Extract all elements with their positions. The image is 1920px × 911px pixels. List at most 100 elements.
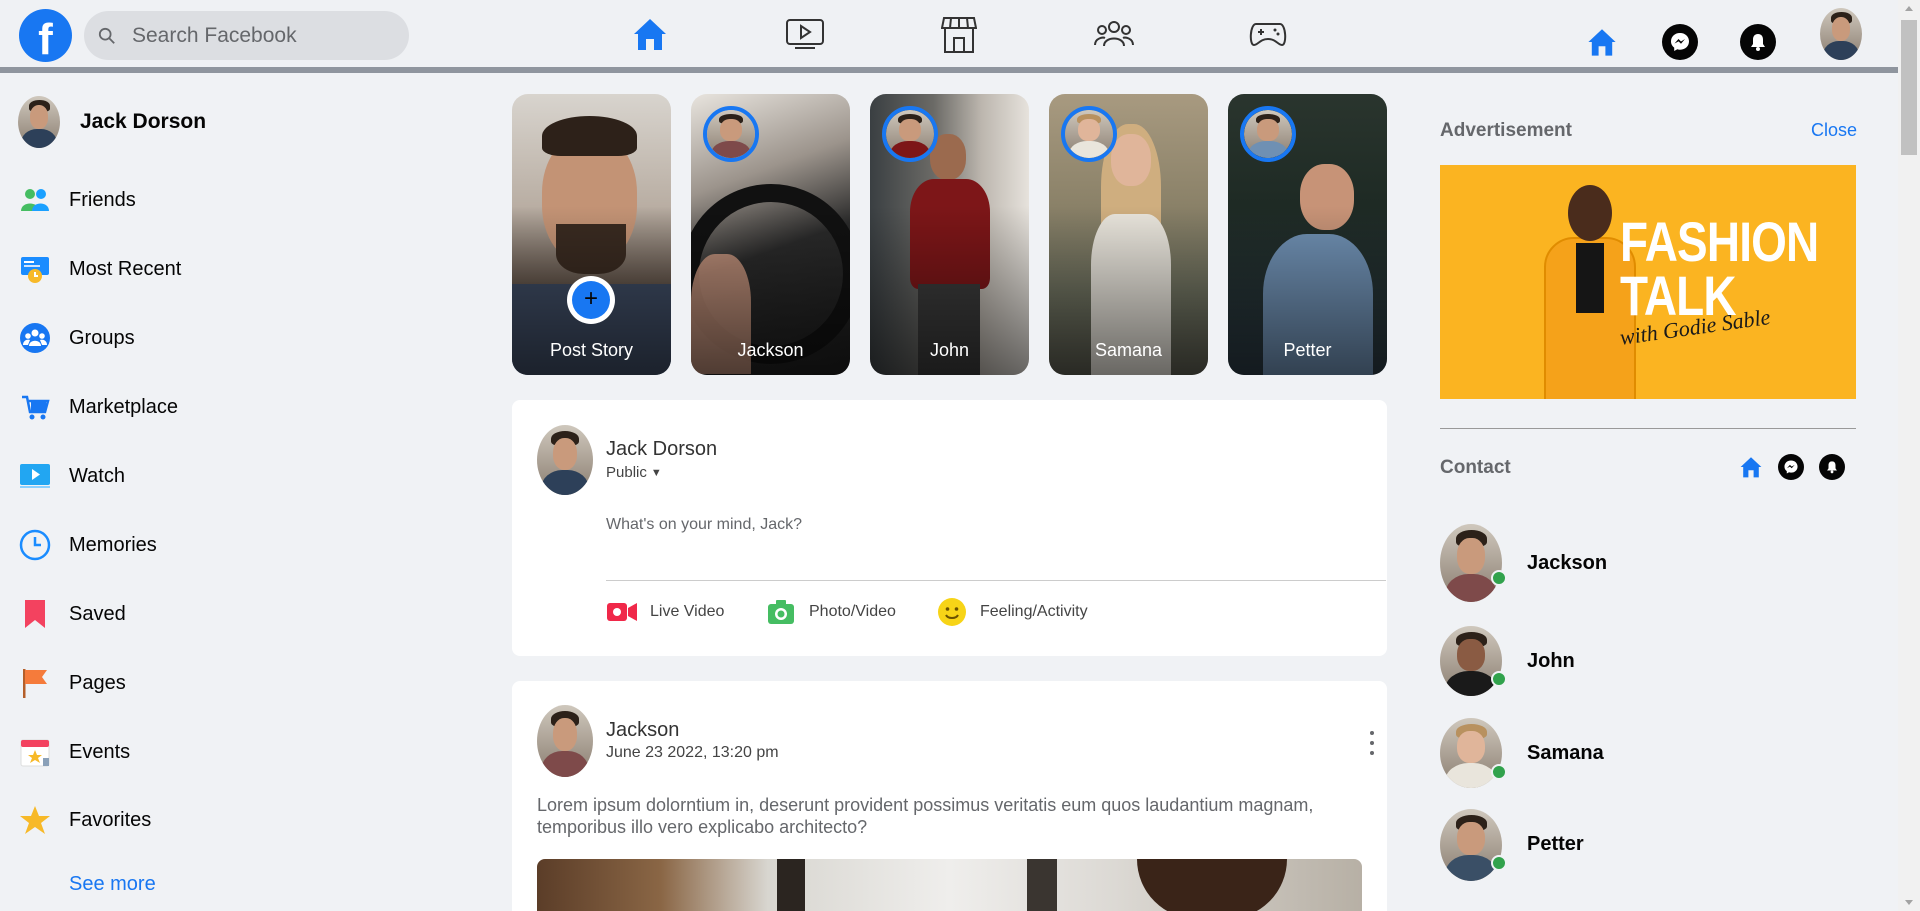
favorites-icon: [18, 803, 52, 837]
story-card-petter[interactable]: Petter: [1228, 94, 1387, 375]
online-indicator: [1491, 764, 1507, 780]
profile-name[interactable]: Jack Dorson: [80, 110, 206, 134]
action-label: Photo/Video: [809, 603, 896, 620]
story-card-post[interactable]: + Post Story: [512, 94, 671, 375]
contact-name: Samana: [1527, 742, 1604, 764]
sidebar-item-watch[interactable]: Watch: [18, 456, 438, 496]
story-label: Samana: [1094, 340, 1163, 360]
watch-icon: [786, 19, 824, 49]
divider: [606, 580, 1386, 581]
contact-item[interactable]: Petter: [1440, 809, 1860, 889]
see-more-link[interactable]: See more: [69, 873, 156, 896]
contacts-title: Contact: [1440, 457, 1511, 478]
story-card-jackson[interactable]: Jackson: [691, 94, 850, 375]
action-label: Live Video: [650, 603, 725, 620]
online-indicator: [1491, 671, 1507, 687]
online-indicator: [1491, 855, 1507, 871]
contacts-messenger-button[interactable]: [1778, 454, 1804, 480]
post-author-avatar[interactable]: [537, 705, 593, 777]
photo-video-button[interactable]: Photo/Video: [765, 597, 896, 627]
page-scrollbar[interactable]: [1898, 0, 1920, 911]
pages-icon: [18, 666, 52, 700]
action-label: Feeling/Activity: [980, 603, 1088, 620]
post-image[interactable]: [537, 859, 1362, 911]
divider: [1440, 428, 1856, 429]
facebook-logo[interactable]: f: [19, 9, 72, 62]
story-avatar: [882, 106, 938, 162]
friends-icon: [18, 183, 52, 217]
more-options-icon[interactable]: [1362, 731, 1382, 755]
scroll-down-arrow[interactable]: [1905, 900, 1913, 905]
close-ad-link[interactable]: Close: [1811, 120, 1857, 141]
contacts-home-button[interactable]: [1738, 454, 1764, 480]
contacts-notifications-button[interactable]: [1819, 454, 1845, 480]
contact-item[interactable]: John: [1440, 626, 1860, 706]
feeling-activity-button[interactable]: Feeling/Activity: [936, 597, 1088, 627]
most-recent-icon: [18, 252, 52, 286]
notifications-button[interactable]: [1740, 24, 1776, 60]
story-card-john[interactable]: John: [870, 94, 1029, 375]
story-label: John: [929, 340, 970, 360]
sidebar-item-label: Saved: [69, 602, 126, 625]
search-bar[interactable]: [84, 11, 409, 60]
marketplace-icon: [941, 17, 977, 53]
live-video-icon: [606, 597, 638, 627]
top-navbar: f: [0, 0, 1898, 73]
header-home-button[interactable]: [1584, 24, 1620, 60]
contact-item[interactable]: Jackson: [1440, 524, 1860, 604]
advertisement-title: Advertisement: [1440, 120, 1572, 141]
post-composer-input[interactable]: [606, 516, 1386, 534]
sidebar-item-marketplace[interactable]: Marketplace: [18, 387, 438, 427]
nav-marketplace-button[interactable]: [939, 14, 979, 54]
sidebar-item-friends[interactable]: Friends: [18, 180, 438, 220]
nav-home-button[interactable]: [630, 14, 670, 54]
sidebar-item-events[interactable]: Events: [18, 732, 438, 772]
advertisement-banner[interactable]: FASHION TALK with Godie Sable: [1440, 165, 1856, 399]
sidebar-item-pages[interactable]: Pages: [18, 663, 438, 703]
sidebar-item-label: Events: [69, 740, 131, 763]
contact-avatar: [1440, 809, 1502, 881]
watch-icon: [18, 459, 52, 493]
sidebar-item-label: Marketplace: [69, 395, 178, 418]
nav-watch-button[interactable]: [785, 14, 825, 54]
sidebar-item-label: Friends: [69, 188, 136, 211]
post-author-name[interactable]: Jack Dorson: [606, 438, 717, 461]
feed-post-card: Jackson June 23 2022, 13:20 pm Lorem ips…: [512, 681, 1387, 911]
sidebar-item-label: Pages: [69, 671, 126, 694]
contact-name: John: [1527, 650, 1575, 672]
gaming-icon: [1249, 23, 1287, 47]
contact-avatar: [1440, 524, 1502, 602]
memories-icon: [18, 528, 52, 562]
privacy-selector[interactable]: Public ▼: [606, 464, 662, 481]
home-icon: [634, 19, 666, 50]
post-text: Lorem ipsum dolorntium in, deserunt prov…: [537, 795, 1314, 837]
privacy-label: Public: [606, 464, 647, 481]
nav-groups-button[interactable]: [1094, 14, 1134, 54]
sidebar-item-label: Favorites: [69, 808, 152, 831]
scroll-up-arrow[interactable]: [1905, 6, 1913, 11]
post-author-name[interactable]: Jackson: [606, 719, 679, 742]
scroll-thumb[interactable]: [1901, 20, 1917, 155]
profile-avatar[interactable]: [18, 96, 60, 148]
user-avatar[interactable]: [537, 425, 593, 495]
story-label: Jackson: [737, 340, 804, 360]
live-video-button[interactable]: Live Video: [606, 597, 724, 627]
sidebar-item-label: Groups: [69, 326, 135, 349]
messenger-icon: [1671, 33, 1689, 51]
nav-gaming-button[interactable]: [1248, 14, 1288, 54]
story-avatar: [703, 106, 759, 162]
sidebar-item-memories[interactable]: Memories: [18, 525, 438, 565]
create-post-card: Jack Dorson Public ▼ Live Video Photo/Vi…: [512, 400, 1387, 656]
events-icon: [18, 735, 52, 769]
sidebar-item-label: Memories: [69, 533, 157, 556]
sidebar-item-groups[interactable]: Groups: [18, 318, 438, 358]
story-card-samana[interactable]: Samana: [1049, 94, 1208, 375]
search-input[interactable]: [132, 23, 392, 48]
account-avatar[interactable]: [1820, 8, 1862, 60]
messenger-button[interactable]: [1662, 24, 1698, 60]
sidebar-item-most-recent[interactable]: Most Recent: [18, 249, 438, 289]
add-story-button[interactable]: +: [567, 276, 615, 324]
sidebar-item-saved[interactable]: Saved: [18, 594, 438, 634]
contact-item[interactable]: Samana: [1440, 718, 1860, 798]
sidebar-item-favorites[interactable]: Favorites: [18, 800, 438, 840]
